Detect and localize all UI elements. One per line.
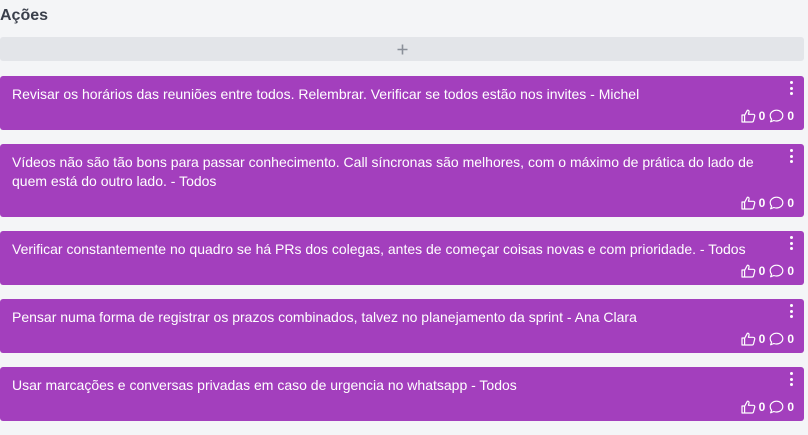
like-count: 0 (758, 332, 766, 346)
thumbs-up-icon (741, 264, 755, 278)
like-button[interactable]: 0 (741, 332, 766, 346)
card-list: Revisar os horários das reuniões entre t… (0, 76, 804, 435)
card-footer: 0 0 (741, 332, 794, 346)
thumbs-up-icon (741, 400, 755, 414)
more-options-icon[interactable] (787, 81, 795, 95)
action-card[interactable]: Pensar numa forma de registrar os prazos… (0, 299, 804, 353)
comment-icon (769, 264, 784, 278)
more-options-icon[interactable] (787, 372, 795, 386)
like-button[interactable]: 0 (741, 109, 766, 123)
thumbs-up-icon (741, 332, 755, 346)
thumbs-up-icon (741, 196, 755, 210)
comment-count: 0 (787, 400, 794, 414)
add-card-button[interactable] (0, 37, 804, 61)
more-options-icon[interactable] (787, 304, 795, 318)
comment-icon (769, 196, 784, 210)
comment-icon (769, 109, 784, 123)
like-count: 0 (758, 400, 766, 414)
comment-icon (769, 332, 784, 346)
comment-button[interactable]: 0 (769, 196, 794, 210)
card-footer: 0 0 (741, 400, 794, 414)
like-count: 0 (758, 196, 766, 210)
card-footer: 0 0 (741, 109, 794, 123)
more-options-icon[interactable] (787, 149, 795, 163)
card-text: Pensar numa forma de registrar os prazos… (12, 309, 637, 325)
comment-count: 0 (787, 196, 794, 210)
card-text: Revisar os horários das reuniões entre t… (12, 86, 640, 102)
card-footer: 0 0 (741, 196, 794, 210)
action-card[interactable]: Verificar constantemente no quadro se há… (0, 231, 804, 285)
like-count: 0 (758, 109, 766, 123)
like-button[interactable]: 0 (741, 400, 766, 414)
more-options-icon[interactable] (787, 236, 795, 250)
card-text: Usar marcações e conversas privadas em c… (12, 377, 517, 393)
card-footer: 0 0 (741, 264, 794, 278)
plus-icon (397, 44, 407, 54)
comment-button[interactable]: 0 (769, 400, 794, 414)
comment-button[interactable]: 0 (769, 109, 794, 123)
comment-button[interactable]: 0 (769, 332, 794, 346)
like-button[interactable]: 0 (741, 196, 766, 210)
like-button[interactable]: 0 (741, 264, 766, 278)
like-count: 0 (758, 264, 766, 278)
comment-icon (769, 400, 784, 414)
column-title: Ações (0, 7, 49, 24)
comment-button[interactable]: 0 (769, 264, 794, 278)
action-card[interactable]: Vídeos não são tão bons para passar conh… (0, 144, 804, 217)
comment-count: 0 (787, 332, 794, 346)
card-text: Vídeos não são tão bons para passar conh… (12, 154, 754, 189)
comment-count: 0 (787, 109, 794, 123)
action-card[interactable]: Revisar os horários das reuniões entre t… (0, 76, 804, 130)
card-text: Verificar constantemente no quadro se há… (12, 241, 746, 257)
action-card[interactable]: Usar marcações e conversas privadas em c… (0, 367, 804, 421)
thumbs-up-icon (741, 109, 755, 123)
comment-count: 0 (787, 264, 794, 278)
